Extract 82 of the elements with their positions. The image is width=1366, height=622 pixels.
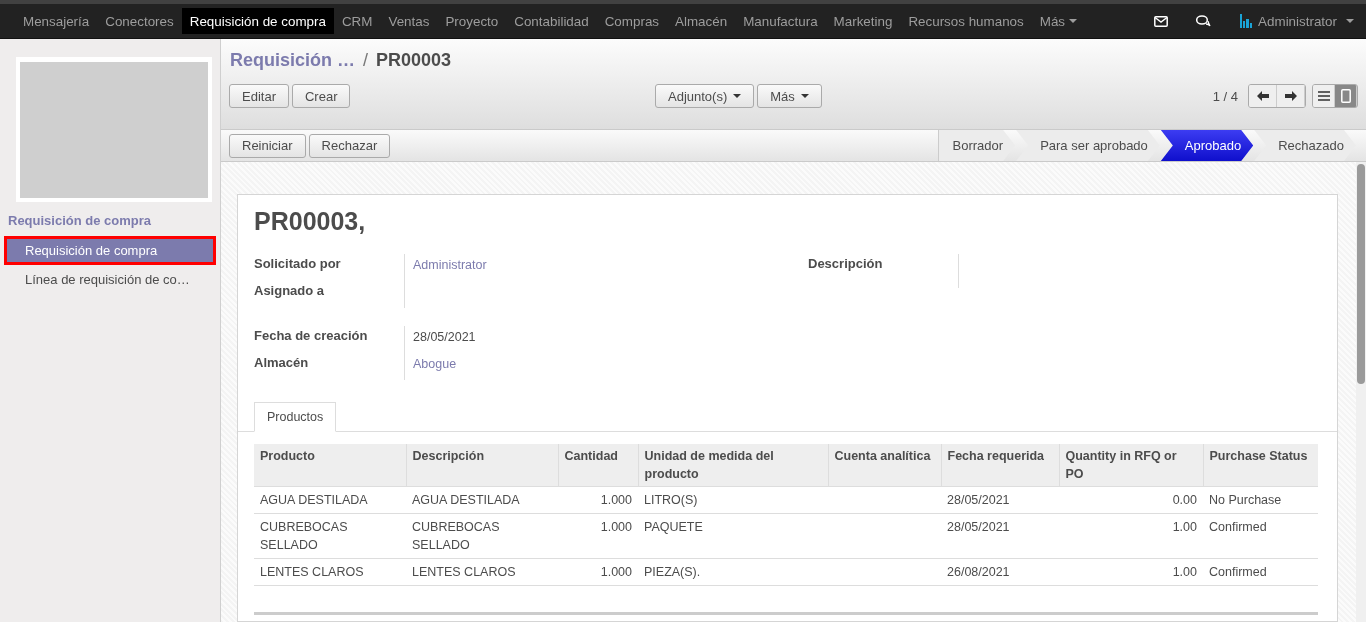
scrollbar[interactable] (1356, 162, 1366, 622)
sidebar-item[interactable]: Requisición de compra (4, 236, 216, 265)
sidebar-section-title: Requisición de compra (8, 213, 153, 228)
dropdown-button[interactable]: Adjunto(s) (655, 84, 755, 108)
table-cell: AGUA DESTILADA (254, 486, 406, 514)
table-cell: 1.000 (558, 486, 638, 514)
table-cell: Confirmed (1203, 513, 1318, 559)
field-link[interactable]: Administrator (413, 258, 487, 272)
field-label: Solicitado por (254, 255, 342, 273)
breadcrumb-separator: / (363, 50, 369, 70)
column-header[interactable]: Fecha requerida (941, 444, 1059, 487)
menu-item[interactable]: Almacén (667, 8, 736, 34)
column-header[interactable]: Quantity in RFQ or PO (1059, 444, 1203, 487)
table-cell: 0.00 (1059, 486, 1203, 514)
field-label: Fecha de creación (254, 327, 369, 345)
breadcrumb-link[interactable]: Requisición … (230, 50, 355, 70)
menu-item[interactable]: Manufactura (735, 8, 826, 34)
action-button[interactable]: Rechazar (308, 133, 391, 158)
table-cell: CUBREBOCAS SELLADO (254, 513, 406, 559)
menu-item[interactable]: Proyecto (437, 8, 507, 34)
table-cell: LITRO(S) (638, 486, 828, 514)
table-cell: 1.000 (558, 558, 638, 586)
mail-icon[interactable] (1154, 15, 1169, 27)
arrow-right-icon (1284, 91, 1297, 101)
avatar-icon (1239, 13, 1254, 29)
dropdown-button[interactable]: Más (757, 84, 822, 108)
user-menu[interactable]: Administrator (1239, 13, 1354, 29)
column-header[interactable]: Purchase Status (1203, 444, 1318, 487)
table-cell: 1.00 (1059, 558, 1203, 586)
sidebar-item[interactable]: Línea de requisición de co… (4, 265, 216, 294)
column-header[interactable]: Producto (254, 444, 406, 487)
field-label: Descripción (808, 255, 884, 273)
table-cell: 26/08/2021 (941, 558, 1059, 586)
more-menu[interactable]: Más (1031, 8, 1086, 34)
table-cell: PIEZA(S). (638, 558, 828, 586)
previous-button[interactable] (1249, 85, 1277, 107)
stage-step[interactable]: Aprobado (1160, 130, 1254, 161)
notebook-tab[interactable]: Productos (254, 402, 337, 432)
table-cell: 28/05/2021 (941, 513, 1059, 559)
table-cell: CUBREBOCAS SELLADO (406, 513, 558, 559)
list-view-button[interactable] (1313, 85, 1335, 107)
arrow-left-icon (1256, 91, 1269, 101)
column-header[interactable]: Unidad de medida del producto (638, 444, 828, 487)
table-cell: AGUA DESTILADA (406, 486, 558, 514)
column-header[interactable]: Descripción (406, 444, 558, 487)
field-label: Asignado a (254, 282, 326, 300)
toolbar-button[interactable]: Editar (229, 84, 289, 108)
field-value: 28/05/2021 (413, 330, 476, 344)
toolbar-button[interactable]: Crear (291, 84, 351, 108)
action-button[interactable]: Reiniciar (229, 133, 306, 158)
menu-item[interactable]: Requisición de compra (181, 8, 334, 34)
table-cell: Confirmed (1203, 558, 1318, 586)
form-view-button[interactable] (1335, 85, 1357, 107)
record-title: PR00003, (254, 207, 367, 236)
menu-item[interactable]: Recursos humanos (900, 8, 1032, 34)
menu-item[interactable]: Conectores (97, 8, 182, 34)
table-cell: 1.000 (558, 513, 638, 559)
table-cell: LENTES CLAROS (406, 558, 558, 586)
column-header[interactable]: Cuenta analítica (828, 444, 941, 487)
menu-item[interactable]: Marketing (825, 8, 901, 34)
menu-item[interactable]: Contabilidad (506, 8, 597, 34)
breadcrumb-current: PR00003 (376, 50, 452, 70)
menu-item[interactable]: CRM (333, 8, 381, 34)
table-cell: No Purchase (1203, 486, 1318, 514)
field-label: Almacén (254, 354, 310, 372)
stage-step[interactable]: Rechazado (1254, 130, 1356, 161)
next-button[interactable] (1277, 85, 1305, 107)
column-header[interactable]: Cantidad (558, 444, 638, 487)
menu-item[interactable]: Ventas (380, 8, 438, 34)
table-cell: LENTES CLAROS (254, 558, 406, 586)
menu-item[interactable]: Mensajería (15, 8, 98, 34)
stage-step[interactable]: Para ser aprobado (1016, 130, 1160, 161)
table-cell: PAQUETE (638, 513, 828, 559)
field-link[interactable]: Abogue (413, 357, 457, 371)
pager-counter: 1 / 4 (1212, 88, 1238, 104)
menu-item[interactable]: Compras (596, 8, 668, 34)
page-icon (1340, 89, 1351, 103)
table-cell: 1.00 (1059, 513, 1203, 559)
chat-icon[interactable] (1196, 15, 1212, 27)
table-cell: 28/05/2021 (941, 486, 1059, 514)
stage-step[interactable]: Borrador (937, 130, 1016, 161)
list-icon (1317, 91, 1330, 101)
